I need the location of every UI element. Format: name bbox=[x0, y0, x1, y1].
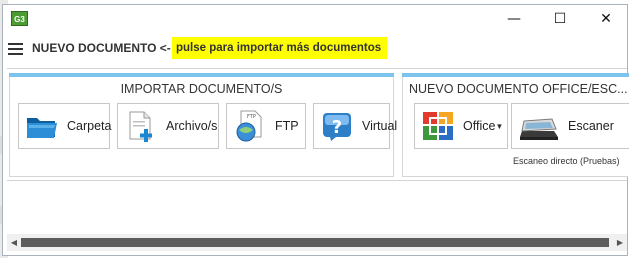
svg-text:?: ? bbox=[332, 117, 342, 138]
ftp-label: FTP bbox=[275, 119, 299, 133]
ribbon: IMPORTAR DOCUMENTO/S Carpeta Archivo/s F… bbox=[7, 68, 629, 181]
page-title: NUEVO DOCUMENTO <- bbox=[32, 41, 171, 55]
horizontal-scrollbar[interactable]: ◀ ▶ bbox=[7, 234, 627, 251]
import-group-title: IMPORTAR DOCUMENTO/S bbox=[120, 82, 283, 96]
office-icon bbox=[423, 112, 453, 140]
virtual-button[interactable]: ? Virtual bbox=[313, 103, 397, 149]
virtual-question-icon: ? bbox=[323, 113, 351, 141]
archivos-button[interactable]: Archivo/s bbox=[117, 103, 219, 149]
close-button[interactable]: ✕ bbox=[583, 5, 629, 33]
folder-icon bbox=[27, 118, 57, 138]
office-group-title: NUEVO DOCUMENTO OFFICE/ESC... bbox=[409, 82, 628, 96]
main-window: G3 — ☐ ✕ NUEVO DOCUMENTO <- pulse para i… bbox=[2, 4, 629, 256]
import-group: IMPORTAR DOCUMENTO/S Carpeta Archivo/s F… bbox=[9, 73, 397, 177]
document-header: NUEVO DOCUMENTO <- pulse para importar m… bbox=[3, 36, 627, 62]
title-bar[interactable]: G3 — ☐ ✕ bbox=[3, 5, 627, 33]
ftp-button[interactable]: FTP FTP bbox=[226, 103, 306, 149]
escaner-label: Escaner bbox=[568, 119, 614, 133]
office-button[interactable]: Office bbox=[414, 103, 496, 149]
ftp-globe-icon: FTP bbox=[236, 110, 262, 142]
escaner-button[interactable]: Escaner bbox=[511, 103, 629, 149]
svg-text:FTP: FTP bbox=[247, 114, 256, 120]
maximize-button[interactable]: ☐ bbox=[537, 5, 583, 33]
carpeta-button[interactable]: Carpeta bbox=[18, 103, 112, 149]
office-dropdown-button[interactable]: ▼ bbox=[492, 103, 508, 149]
carpeta-label: Carpeta bbox=[67, 119, 112, 133]
office-scanner-group: NUEVO DOCUMENTO OFFICE/ESC... Office ▼ E… bbox=[402, 73, 629, 177]
scanner-icon bbox=[520, 118, 558, 140]
scanner-caption: Escaneo directo (Pruebas) bbox=[513, 156, 620, 166]
scroll-right-icon[interactable]: ▶ bbox=[613, 234, 627, 251]
menu-icon[interactable] bbox=[8, 43, 23, 55]
office-label: Office bbox=[463, 119, 496, 133]
chevron-down-icon: ▼ bbox=[495, 121, 504, 131]
archivos-label: Archivo/s bbox=[166, 119, 218, 133]
content-area[interactable] bbox=[7, 182, 627, 234]
import-hint: pulse para importar más documentos bbox=[172, 37, 388, 59]
add-file-icon bbox=[129, 111, 152, 142]
scroll-left-icon[interactable]: ◀ bbox=[7, 234, 21, 251]
virtual-label: Virtual bbox=[362, 119, 398, 133]
scrollbar-thumb[interactable] bbox=[21, 238, 609, 247]
app-logo-icon: G3 bbox=[11, 11, 28, 26]
minimize-button[interactable]: — bbox=[491, 5, 537, 33]
